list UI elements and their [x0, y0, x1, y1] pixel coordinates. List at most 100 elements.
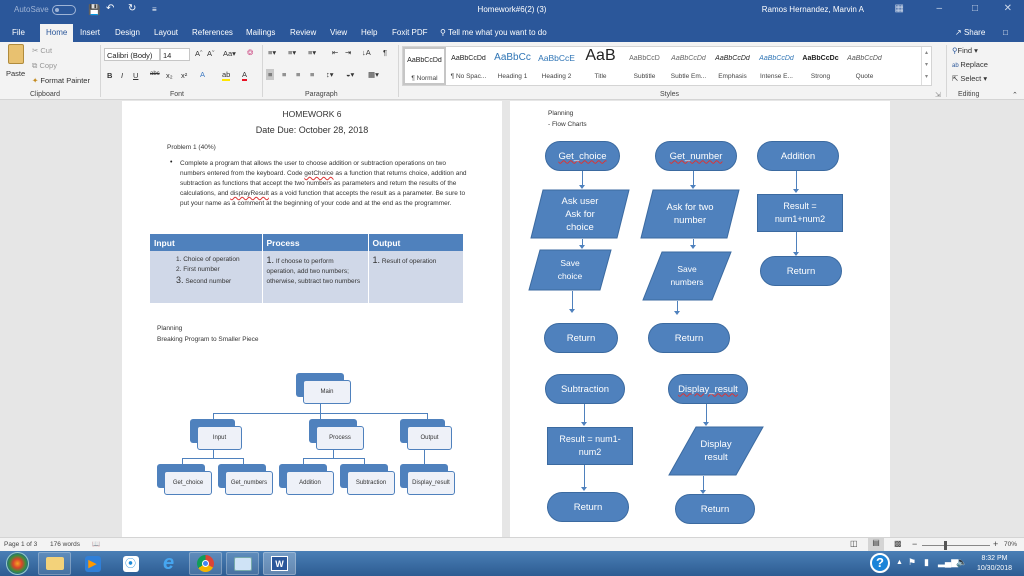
- zoom-slider[interactable]: [922, 541, 990, 550]
- node-get-choice[interactable]: Get_choice: [157, 464, 212, 495]
- flow-return-4[interactable]: Return: [547, 492, 629, 522]
- taskbar-remote-desktop[interactable]: [226, 552, 259, 575]
- show-hidden-icons[interactable]: ▲: [896, 559, 903, 566]
- line-spacing-icon[interactable]: ↕▾: [326, 70, 334, 79]
- flow-display-result[interactable]: Display_result: [668, 374, 748, 404]
- tab-design[interactable]: Design: [115, 28, 140, 37]
- tab-layout[interactable]: Layout: [154, 28, 178, 37]
- styles-dialog-launcher[interactable]: ⇲: [935, 91, 941, 99]
- zoom-level[interactable]: 70%: [1004, 541, 1017, 548]
- minimize-icon[interactable]: –: [936, 3, 942, 14]
- share-button[interactable]: ↗ Share: [955, 28, 985, 37]
- flow-save-numbers[interactable]: Save numbers: [642, 251, 732, 301]
- node-get-numbers[interactable]: Get_numbers: [218, 464, 273, 495]
- style-heading-1[interactable]: AaBbCc Heading 1: [491, 47, 534, 85]
- flow-ask-numbers[interactable]: Ask for two number: [640, 189, 740, 239]
- page-2[interactable]: Planning - Flow Charts Get_choice Ask use…: [510, 101, 890, 537]
- taskbar-media-player[interactable]: ▶: [76, 552, 109, 575]
- style-title[interactable]: AaB Title: [579, 47, 622, 85]
- style-intense-emphasis[interactable]: AaBbCcDd Intense E...: [755, 47, 798, 85]
- proofing-icon[interactable]: 📖: [92, 540, 100, 548]
- select-button[interactable]: ⇱ Select ▾: [952, 74, 987, 83]
- justify-icon[interactable]: ≡: [310, 70, 314, 79]
- subscript-icon[interactable]: x₂: [166, 71, 173, 80]
- style-no-spacing[interactable]: AaBbCcDd ¶ No Spac...: [447, 47, 490, 85]
- node-addition[interactable]: Addition: [279, 464, 334, 495]
- tab-help[interactable]: Help: [361, 28, 377, 37]
- cut-button[interactable]: ✂ Cut: [32, 46, 52, 55]
- tell-me-search[interactable]: ⚲ Tell me what you want to do: [440, 28, 547, 37]
- tab-references[interactable]: References: [192, 28, 233, 37]
- comments-icon[interactable]: □: [1003, 28, 1008, 37]
- tab-home[interactable]: Home: [40, 24, 74, 42]
- volume-icon[interactable]: 🔈: [956, 557, 967, 568]
- start-button[interactable]: [6, 552, 29, 575]
- tab-view[interactable]: View: [330, 28, 347, 37]
- flow-return-1[interactable]: Return: [544, 323, 618, 353]
- decrease-indent-icon[interactable]: ⇤: [332, 48, 338, 57]
- node-process[interactable]: Process: [309, 419, 364, 450]
- tab-insert[interactable]: Insert: [80, 28, 100, 37]
- flow-return-5[interactable]: Return: [675, 494, 755, 524]
- find-button[interactable]: ⚲Find ▾: [952, 46, 978, 55]
- text-effects-icon[interactable]: A: [200, 70, 205, 79]
- format-painter-button[interactable]: ✦ Format Painter: [32, 76, 90, 85]
- style-subtle-emphasis[interactable]: AaBbCcDd Subtle Em...: [667, 47, 710, 85]
- spellcheck-word[interactable]: displayResult: [230, 190, 269, 197]
- copy-button[interactable]: ⧉ Copy: [32, 61, 57, 71]
- style-strong[interactable]: AaBbCcDc Strong: [799, 47, 842, 85]
- superscript-icon[interactable]: x²: [181, 71, 187, 80]
- page-count[interactable]: Page 1 of 3: [4, 541, 37, 548]
- style-emphasis[interactable]: AaBbCcDd Emphasis: [711, 47, 754, 85]
- numbering-icon[interactable]: ≡▾: [288, 48, 296, 57]
- style-quote[interactable]: AaBbCcDd Quote: [843, 47, 886, 85]
- flow-sub-result[interactable]: Result = num1-num2: [547, 427, 633, 465]
- underline-icon[interactable]: U: [133, 71, 138, 80]
- paste-icon[interactable]: [8, 44, 24, 64]
- style-normal[interactable]: AaBbCcDd ¶ Normal: [403, 47, 446, 85]
- clear-formatting-icon[interactable]: ❂: [247, 48, 253, 57]
- styles-scroll[interactable]: ▴ ▾ ▾: [921, 47, 931, 85]
- align-left-icon[interactable]: ≡: [266, 69, 275, 80]
- flow-return-3[interactable]: Return: [760, 256, 842, 286]
- tab-review[interactable]: Review: [290, 28, 316, 37]
- flow-display[interactable]: Display result: [668, 426, 764, 476]
- multilevel-list-icon[interactable]: ≡▾: [308, 48, 316, 57]
- shrink-font-icon[interactable]: Aˇ: [207, 49, 215, 58]
- power-icon[interactable]: ▮: [924, 557, 929, 568]
- tab-file[interactable]: File: [12, 28, 25, 37]
- node-subtraction[interactable]: Subtraction: [340, 464, 395, 495]
- flow-save-choice[interactable]: Save choice: [528, 249, 612, 291]
- print-layout-icon[interactable]: ▤: [868, 538, 884, 551]
- ribbon-display-options-icon[interactable]: ▦: [895, 3, 904, 14]
- font-color-icon[interactable]: A: [242, 70, 248, 81]
- taskbar-chrome[interactable]: [189, 552, 222, 575]
- strikethrough-icon[interactable]: abc: [150, 71, 160, 77]
- flow-addition[interactable]: Addition: [757, 141, 839, 171]
- web-layout-icon[interactable]: ▩: [894, 539, 902, 548]
- change-case-icon[interactable]: Aa▾: [223, 49, 236, 58]
- flow-return-2[interactable]: Return: [648, 323, 730, 353]
- show-formatting-icon[interactable]: ¶: [383, 48, 387, 57]
- flow-get-choice[interactable]: Get_choice: [545, 141, 620, 171]
- tab-foxit-pdf[interactable]: Foxit PDF: [392, 28, 428, 37]
- spellcheck-word[interactable]: getChoice: [304, 170, 333, 177]
- grow-font-icon[interactable]: Aˆ: [195, 49, 203, 58]
- word-count[interactable]: 176 words: [50, 541, 80, 548]
- node-main[interactable]: Main: [296, 373, 351, 404]
- taskbar-internet-explorer[interactable]: e: [152, 552, 185, 575]
- bullets-icon[interactable]: ≡▾: [268, 48, 276, 57]
- system-clock[interactable]: 8:32 PM 10/30/2018: [977, 554, 1012, 574]
- font-size-select[interactable]: 14: [160, 48, 190, 61]
- zoom-in-button[interactable]: +: [993, 539, 998, 549]
- sort-icon[interactable]: ↓A: [362, 48, 371, 57]
- read-mode-icon[interactable]: ◫: [850, 539, 858, 548]
- close-icon[interactable]: ✕: [1004, 3, 1012, 14]
- style-heading-2[interactable]: AaBbCcE Heading 2: [535, 47, 578, 85]
- action-center-icon[interactable]: ⚑: [908, 557, 916, 568]
- flow-add-result[interactable]: Result = num1+num2: [757, 194, 843, 232]
- taskbar-app[interactable]: ⦿: [114, 552, 147, 575]
- taskbar-word[interactable]: W: [263, 552, 296, 575]
- replace-button[interactable]: ab Replace: [952, 60, 988, 69]
- shading-icon[interactable]: ◒▾: [346, 70, 354, 79]
